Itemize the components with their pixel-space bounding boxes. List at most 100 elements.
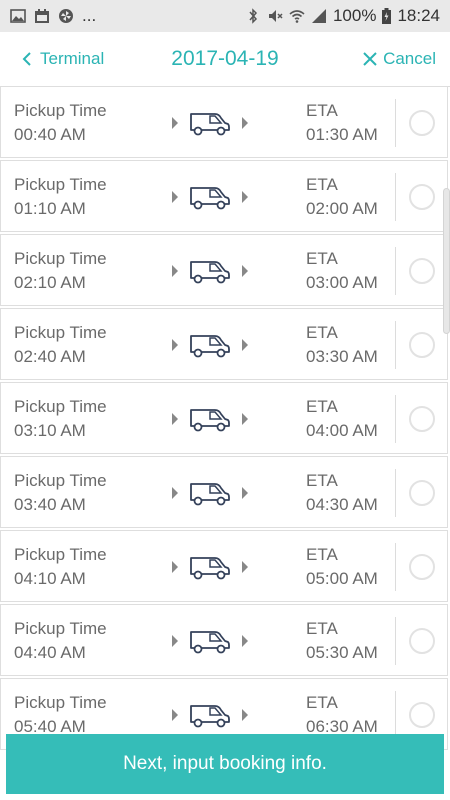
pickup-label: Pickup Time — [14, 471, 107, 490]
status-time: 18:24 — [397, 6, 440, 25]
battery-percent: 100% — [332, 6, 377, 25]
pickup-block: Pickup Time 01:10 AM — [14, 173, 107, 221]
schedule-row[interactable]: Pickup Time 03:10 AM ETA 04:00 AM — [0, 382, 448, 454]
chevron-left-icon — [22, 52, 31, 66]
eta-label: ETA — [306, 175, 338, 194]
eta-time: 04:30 AM — [306, 495, 378, 514]
van-route-icon — [172, 335, 248, 358]
wifi-icon — [289, 10, 305, 23]
van-route-icon — [172, 705, 248, 728]
pickup-time: 03:40 AM — [14, 495, 86, 514]
van-route-icon — [172, 261, 248, 284]
schedule-row[interactable]: Pickup Time 03:40 AM ETA 04:30 AM — [0, 456, 448, 528]
pickup-block: Pickup Time 04:40 AM — [14, 617, 107, 665]
signal-icon — [311, 9, 326, 23]
pickup-label: Pickup Time — [14, 175, 107, 194]
select-radio[interactable] — [409, 110, 435, 136]
pickup-block: Pickup Time 03:10 AM — [14, 395, 107, 443]
cancel-label: Cancel — [383, 49, 436, 68]
row-divider — [395, 469, 396, 517]
pickup-time: 04:40 AM — [14, 643, 86, 662]
select-radio[interactable] — [409, 554, 435, 580]
select-radio[interactable] — [409, 702, 435, 728]
schedule-row[interactable]: Pickup Time 02:10 AM ETA 03:00 AM — [0, 234, 448, 306]
pickup-block: Pickup Time 05:40 AM — [14, 691, 107, 739]
bluetooth-icon — [249, 8, 257, 24]
close-icon — [363, 52, 377, 66]
status-bar: ... 100% 18:24 — [0, 0, 450, 32]
eta-label: ETA — [306, 323, 338, 342]
eta-block: ETA 04:00 AM — [306, 395, 378, 443]
mute-icon — [268, 10, 283, 22]
back-label: Terminal — [40, 49, 105, 68]
eta-label: ETA — [306, 545, 338, 564]
pickup-block: Pickup Time 04:10 AM — [14, 543, 107, 591]
eta-label: ETA — [306, 693, 338, 712]
pickup-label: Pickup Time — [14, 545, 107, 564]
row-divider — [395, 691, 396, 739]
eta-time: 01:30 AM — [306, 125, 378, 144]
eta-block: ETA 03:30 AM — [306, 321, 378, 369]
select-radio[interactable] — [409, 332, 435, 358]
eta-label: ETA — [306, 101, 338, 120]
header-bar: Terminal 2017-04-19 Cancel — [0, 32, 450, 87]
row-divider — [395, 321, 396, 369]
pickup-block: Pickup Time 02:40 AM — [14, 321, 107, 369]
schedule-row[interactable]: Pickup Time 04:10 AM ETA 05:00 AM — [0, 530, 448, 602]
eta-block: ETA 05:00 AM — [306, 543, 378, 591]
status-more: ... — [82, 6, 97, 25]
eta-time: 04:00 AM — [306, 421, 378, 440]
eta-time: 03:30 AM — [306, 347, 378, 366]
pickup-block: Pickup Time 03:40 AM — [14, 469, 107, 517]
row-divider — [395, 173, 396, 221]
pickup-block: Pickup Time 02:10 AM — [14, 247, 107, 295]
eta-time: 05:00 AM — [306, 569, 378, 588]
pickup-block: Pickup Time 00:40 AM — [14, 99, 107, 147]
pickup-time: 02:40 AM — [14, 347, 86, 366]
scrollbar-thumb[interactable] — [443, 188, 450, 334]
van-route-icon — [172, 113, 248, 136]
pickup-label: Pickup Time — [14, 397, 107, 416]
row-divider — [395, 543, 396, 591]
van-route-icon — [172, 631, 248, 654]
pickup-time: 00:40 AM — [14, 125, 86, 144]
eta-label: ETA — [306, 249, 338, 268]
eta-block: ETA 04:30 AM — [306, 469, 378, 517]
calendar-icon — [35, 9, 49, 23]
row-divider — [395, 395, 396, 443]
select-radio[interactable] — [409, 628, 435, 654]
eta-block: ETA 01:30 AM — [306, 99, 378, 147]
schedule-list[interactable]: Pickup Time 00:40 AM ETA 01:30 AM Pickup… — [0, 86, 450, 800]
schedule-row[interactable]: Pickup Time 00:40 AM ETA 01:30 AM — [0, 86, 448, 158]
back-button[interactable]: Terminal — [22, 32, 104, 86]
schedule-row[interactable]: Pickup Time 02:40 AM ETA 03:30 AM — [0, 308, 448, 380]
schedule-row[interactable]: Pickup Time 01:10 AM ETA 02:00 AM — [0, 160, 448, 232]
van-route-icon — [172, 557, 248, 580]
battery-icon — [382, 8, 392, 24]
eta-block: ETA 03:00 AM — [306, 247, 378, 295]
schedule-row[interactable]: Pickup Time 04:40 AM ETA 05:30 AM — [0, 604, 448, 676]
select-radio[interactable] — [409, 184, 435, 210]
row-divider — [395, 247, 396, 295]
pickup-time: 02:10 AM — [14, 273, 86, 292]
select-radio[interactable] — [409, 480, 435, 506]
eta-label: ETA — [306, 397, 338, 416]
row-divider — [395, 617, 396, 665]
eta-block: ETA 06:30 AM — [306, 691, 378, 739]
eta-block: ETA 02:00 AM — [306, 173, 378, 221]
image-icon — [10, 9, 26, 23]
van-route-icon — [172, 187, 248, 210]
pinwheel-icon — [59, 9, 73, 23]
pickup-label: Pickup Time — [14, 249, 107, 268]
pickup-time: 03:10 AM — [14, 421, 86, 440]
eta-time: 02:00 AM — [306, 199, 378, 218]
select-radio[interactable] — [409, 258, 435, 284]
next-button[interactable]: Next, input booking info. — [6, 734, 444, 794]
row-divider — [395, 99, 396, 147]
cancel-button[interactable]: Cancel — [363, 32, 436, 86]
pickup-label: Pickup Time — [14, 323, 107, 342]
pickup-time: 04:10 AM — [14, 569, 86, 588]
select-radio[interactable] — [409, 406, 435, 432]
van-route-icon — [172, 483, 248, 506]
eta-time: 03:00 AM — [306, 273, 378, 292]
